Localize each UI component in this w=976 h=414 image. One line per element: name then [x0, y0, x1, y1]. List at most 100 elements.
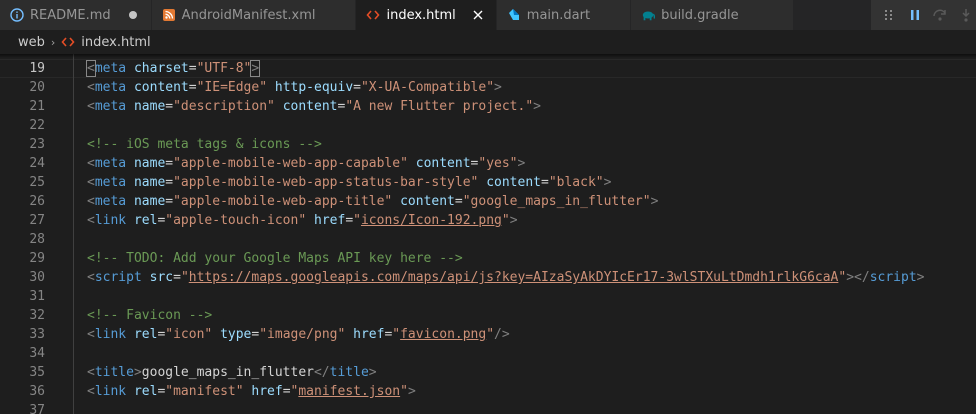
- code-line[interactable]: 36 <link rel="manifest" href="manifest.js…: [0, 382, 976, 401]
- code-line[interactable]: 19 <meta charset="UTF-8">: [0, 59, 976, 78]
- code-token: <: [87, 270, 95, 285]
- breadcrumb-folder[interactable]: web: [18, 35, 45, 50]
- code-token: <: [87, 194, 95, 209]
- tab-build-gradle[interactable]: build.gradle: [631, 0, 795, 30]
- code-token: <: [87, 99, 95, 114]
- code-token: link: [94, 213, 127, 228]
- code-token: link: [94, 384, 127, 399]
- code-token: link: [94, 327, 127, 342]
- code-token: <: [87, 175, 95, 190]
- code-line[interactable]: 31: [0, 287, 976, 306]
- code-line[interactable]: 37: [0, 401, 976, 414]
- code-line[interactable]: 34: [0, 344, 976, 363]
- code-token: rel: [133, 384, 158, 399]
- code-text: <meta name="apple-mobile-web-app-title" …: [87, 192, 658, 211]
- code-token: "apple-mobile-web-app-title": [173, 194, 393, 209]
- line-number: 30: [29, 270, 45, 285]
- code-token: href: [251, 384, 283, 399]
- tab-label: AndroidManifest.xml: [181, 7, 316, 23]
- code-line[interactable]: 25 <meta name="apple-mobile-web-app-statu…: [0, 173, 976, 192]
- code-line[interactable]: 24 <meta name="apple-mobile-web-app-capab…: [0, 154, 976, 173]
- code-token: name: [133, 175, 166, 190]
- code-token: "apple-mobile-web-app-capable": [173, 156, 408, 171]
- code-token: </: [313, 365, 330, 380]
- code-token: =: [165, 175, 174, 190]
- gradle-elephant-icon: [641, 8, 656, 22]
- code-token: href: [353, 327, 385, 342]
- code-line[interactable]: 32 <!-- Favicon -->: [0, 306, 976, 325]
- code-token: <: [87, 213, 95, 228]
- rss-icon: [162, 8, 176, 22]
- line-number: 21: [29, 99, 45, 114]
- code-token: meta: [94, 99, 127, 114]
- line-number: 35: [29, 365, 45, 380]
- line-number: 37: [29, 403, 45, 414]
- drag-handle-icon[interactable]: [879, 5, 899, 25]
- code-line[interactable]: 27 <link rel="apple-touch-icon" href="ico…: [0, 211, 976, 230]
- code-token: title: [329, 365, 369, 380]
- step-over-icon[interactable]: [931, 5, 951, 25]
- code-line[interactable]: 22: [0, 116, 976, 135]
- code-token: ": [392, 327, 401, 342]
- tab-main-dart[interactable]: main.dart: [496, 0, 632, 30]
- line-number: 24: [29, 156, 45, 171]
- line-number: 25: [29, 175, 45, 190]
- code-token: type: [220, 327, 252, 342]
- code-token: "apple-touch-icon": [165, 213, 307, 228]
- code-token: href: [314, 213, 346, 228]
- step-into-icon[interactable]: [956, 5, 976, 25]
- code-token: <: [87, 80, 95, 95]
- code-token: content: [400, 194, 455, 209]
- code-token: =: [345, 213, 354, 228]
- code-token: <: [86, 60, 96, 77]
- code-line[interactable]: 28: [0, 230, 976, 249]
- code-token: src: [149, 270, 174, 285]
- code-line[interactable]: 30 <script src="https://maps.googleapis.c…: [0, 268, 976, 287]
- code-token: icons/Icon-192.png: [360, 213, 502, 228]
- tab-index-html[interactable]: index.html: [356, 0, 497, 30]
- code-line[interactable]: 29 <!-- TODO: Add your Google Maps API ke…: [0, 249, 976, 268]
- code-token: "image/png": [259, 327, 346, 342]
- code-token: "icon": [165, 327, 213, 342]
- code-line[interactable]: 21 <meta name="description" content="A ne…: [0, 97, 976, 116]
- code-token: content: [133, 80, 189, 95]
- code-token: ": [180, 270, 189, 285]
- code-line[interactable]: 20 <meta content="IE=Edge" http-equiv="X-…: [0, 78, 976, 97]
- code-line[interactable]: 35 <title>google_maps_in_flutter</title>: [0, 363, 976, 382]
- code-token: rel: [133, 213, 158, 228]
- breadcrumb-file[interactable]: index.html: [81, 35, 150, 50]
- code-line[interactable]: 23 <!-- iOS meta tags & icons -->: [0, 135, 976, 154]
- code-token: ": [501, 213, 510, 228]
- code-token: >: [407, 384, 416, 399]
- code-token: meta: [94, 194, 127, 209]
- tab-label: index.html: [386, 7, 456, 23]
- code-line[interactable]: 26 <meta name="apple-mobile-web-app-title…: [0, 192, 976, 211]
- code-token: "manifest": [165, 384, 244, 399]
- pause-icon[interactable]: [905, 5, 925, 25]
- unsaved-dot-icon[interactable]: [125, 7, 141, 23]
- code-token: name: [133, 99, 166, 114]
- tab-android-manifest[interactable]: AndroidManifest.xml: [151, 0, 357, 30]
- code-token: meta: [94, 61, 127, 76]
- close-icon[interactable]: [470, 7, 486, 23]
- debug-toolbar: [871, 0, 976, 30]
- line-number: 23: [29, 137, 45, 152]
- code-token: ": [353, 213, 361, 228]
- info-icon: [10, 8, 24, 22]
- line-number: 27: [29, 213, 45, 228]
- code-line[interactable]: 33 <link rel="icon" type="image/png" href…: [0, 325, 976, 344]
- code-editor[interactable]: 19 <meta charset="UTF-8"> 20 <meta content=…: [0, 54, 976, 414]
- code-token: =: [173, 270, 181, 285]
- code-token: meta: [94, 175, 127, 190]
- code-text: <!-- Favicon -->: [87, 306, 212, 325]
- html-icon: [366, 8, 381, 22]
- tab-readme[interactable]: README.md: [0, 0, 152, 30]
